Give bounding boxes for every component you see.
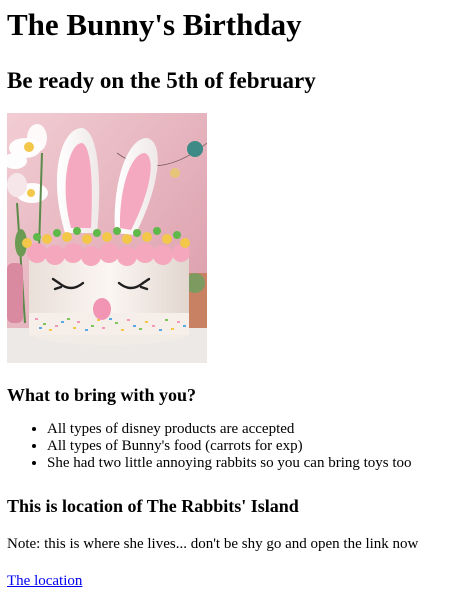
page-title: The Bunny's Birthday [7, 7, 302, 42]
bring-list-item: All types of disney products are accepte… [47, 421, 467, 438]
location-note: Note: this is where she lives... don't b… [7, 536, 419, 552]
bring-list-item: All types of Bunny's food (carrots for e… [47, 438, 467, 455]
event-date-heading: Be ready on the 5th of february [7, 68, 316, 93]
bring-list-item: She had two little annoying rabbits so y… [47, 455, 467, 472]
bring-heading: What to bring with you? [7, 385, 197, 405]
location-link[interactable]: The location [7, 573, 82, 589]
page-content: The Bunny's Birthday Be ready on the 5th… [7, 0, 467, 590]
bunny-cake-image [7, 113, 207, 363]
bring-list: All types of disney products are accepte… [7, 421, 467, 472]
location-link-paragraph: The location [7, 572, 467, 590]
location-heading: This is location of The Rabbits' Island [7, 496, 299, 516]
